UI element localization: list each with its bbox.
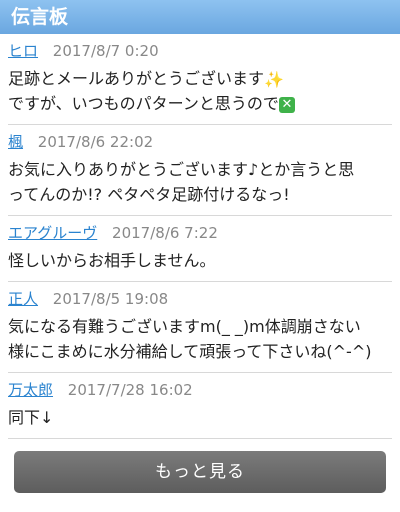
post-list: ヒロ 2017/8/7 0:20 足跡とメールありがとうございます✨ ですが、い… bbox=[0, 34, 400, 439]
post-date: 2017/8/6 22:02 bbox=[37, 133, 154, 151]
post-date: 2017/8/7 0:20 bbox=[52, 42, 159, 60]
post-author-link[interactable]: 楓 bbox=[8, 133, 23, 151]
post-date: 2017/8/5 19:08 bbox=[52, 290, 169, 308]
post-item: エアグルーヴ 2017/8/6 7:22 怪しいからお相手しません。 bbox=[8, 216, 392, 282]
post-meta: 楓 2017/8/6 22:02 bbox=[8, 131, 392, 153]
post-meta: 万太郎 2017/7/28 16:02 bbox=[8, 379, 392, 401]
post-message-line: 気になる有難うございますm(_ _)m体調崩さない bbox=[8, 317, 361, 336]
post-author-link[interactable]: ヒロ bbox=[8, 42, 38, 60]
post-author-link[interactable]: 正人 bbox=[8, 290, 38, 308]
post-message: お気に入りありがとうございます♪とか言うと思 ってんのか!? ペタペタ足跡付ける… bbox=[8, 157, 392, 207]
post-message-line: お気に入りありがとうございます♪とか言うと思 bbox=[8, 160, 355, 179]
post-meta: ヒロ 2017/8/7 0:20 bbox=[8, 40, 392, 62]
post-message: 怪しいからお相手しません。 bbox=[8, 248, 392, 273]
sparkles-icon: ✨ bbox=[264, 69, 284, 89]
cross-mark-icon: ✕ bbox=[278, 96, 295, 113]
post-meta: 正人 2017/8/5 19:08 bbox=[8, 288, 392, 310]
post-message-line: 足跡とメールありがとうございます bbox=[8, 69, 265, 88]
post-message-line: 怪しいからお相手しません。 bbox=[8, 251, 216, 270]
post-message-line: ですが、いつものパターンと思うので bbox=[8, 94, 279, 113]
post-item: 万太郎 2017/7/28 16:02 同下↓ bbox=[8, 373, 392, 439]
post-message: 同下↓ bbox=[8, 405, 392, 430]
post-item: 正人 2017/8/5 19:08 気になる有難うございますm(_ _)m体調崩… bbox=[8, 282, 392, 373]
post-date: 2017/7/28 16:02 bbox=[67, 381, 193, 399]
post-date: 2017/8/6 7:22 bbox=[112, 224, 218, 242]
post-message-line: 同下↓ bbox=[8, 408, 54, 427]
post-message: 気になる有難うございますm(_ _)m体調崩さない 様にこまめに水分補給して頑張… bbox=[8, 314, 392, 364]
board-header: 伝言板 bbox=[0, 0, 400, 34]
more-button-container: もっと見る bbox=[0, 439, 400, 493]
post-item: ヒロ 2017/8/7 0:20 足跡とメールありがとうございます✨ ですが、い… bbox=[8, 34, 392, 125]
show-more-button[interactable]: もっと見る bbox=[14, 451, 386, 493]
post-message: 足跡とメールありがとうございます✨ ですが、いつものパターンと思うので ✕ bbox=[8, 66, 392, 116]
board-title: 伝言板 bbox=[11, 6, 69, 28]
post-item: 楓 2017/8/6 22:02 お気に入りありがとうございます♪とか言うと思 … bbox=[8, 125, 392, 216]
post-author-link[interactable]: 万太郎 bbox=[8, 381, 53, 399]
post-meta: エアグルーヴ 2017/8/6 7:22 bbox=[8, 222, 392, 244]
post-author-link[interactable]: エアグルーヴ bbox=[8, 224, 97, 242]
post-message-line: 様にこまめに水分補給して頑張って下さいね(^-^) bbox=[8, 342, 372, 361]
post-message-line: ってんのか!? ペタペタ足跡付けるなっ! bbox=[8, 185, 290, 204]
